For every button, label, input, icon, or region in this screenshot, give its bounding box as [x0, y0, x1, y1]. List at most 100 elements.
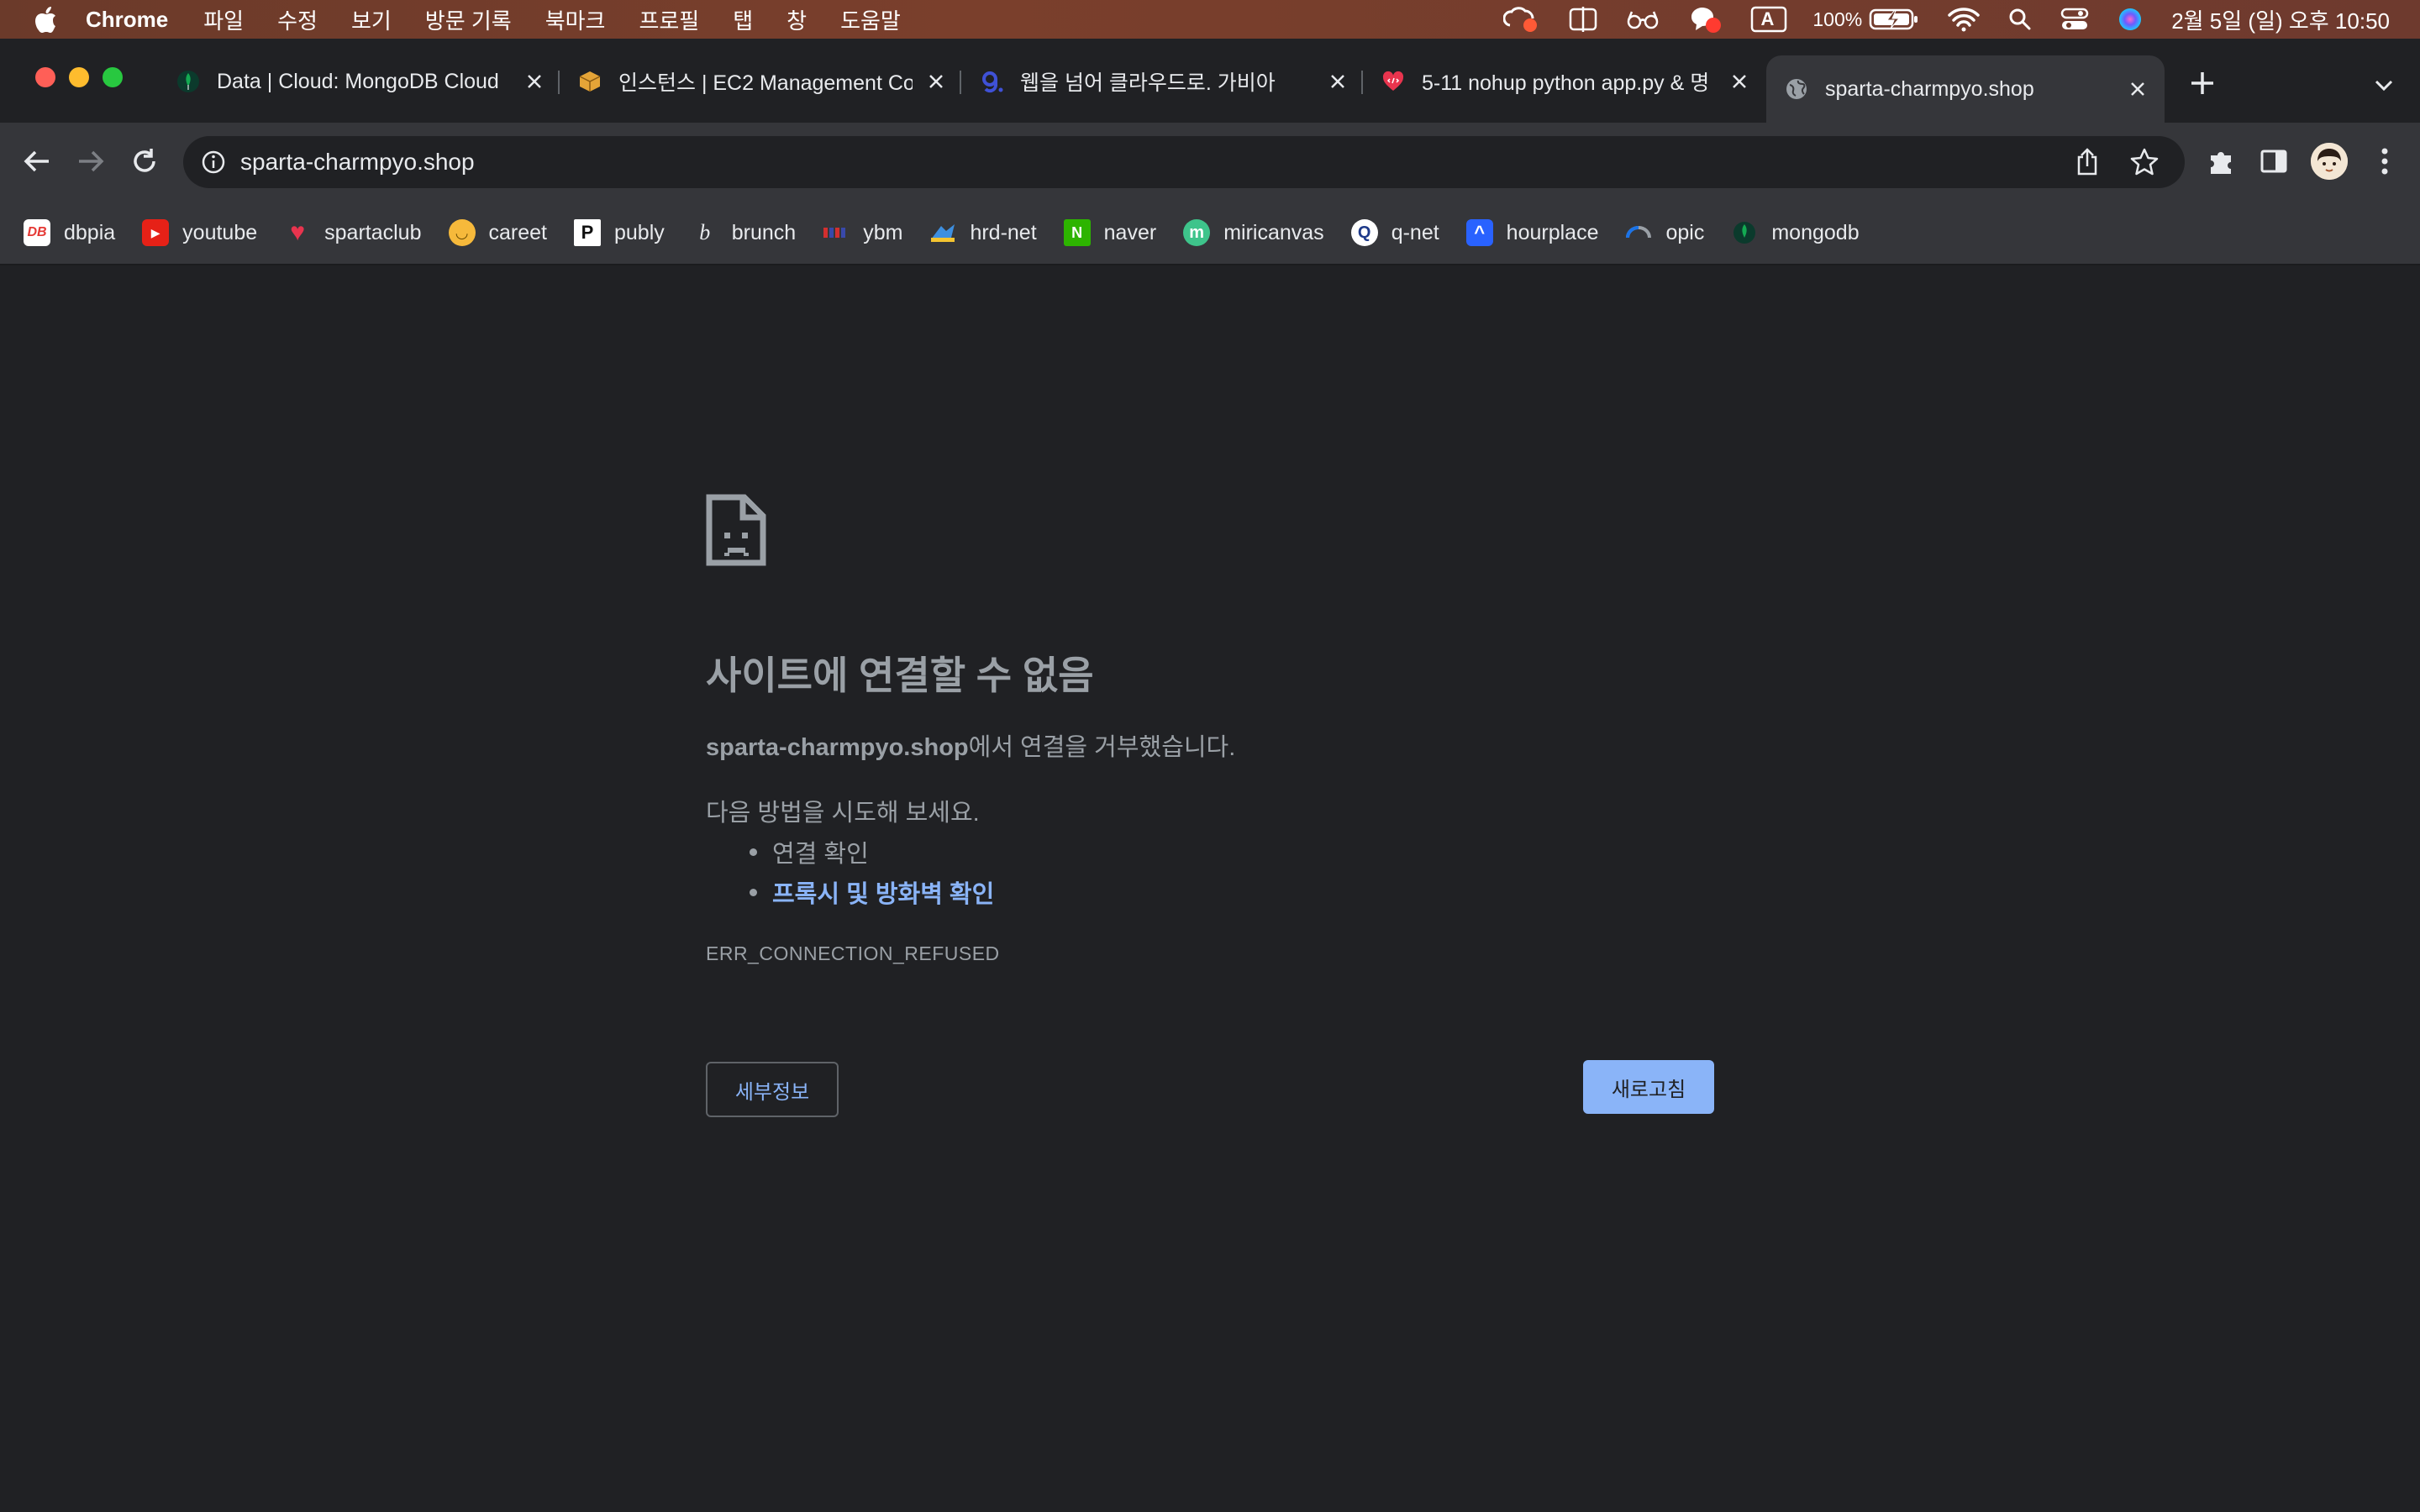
menu-help[interactable]: 도움말: [840, 4, 901, 35]
bookmark-label: youtube: [182, 220, 258, 244]
new-tab-button[interactable]: [2188, 69, 2217, 97]
bookmark-publy[interactable]: P publy: [573, 219, 665, 246]
side-panel-icon[interactable]: [2257, 144, 2291, 178]
creative-cloud-icon[interactable]: [1503, 5, 1540, 34]
spartaclub-icon: [1381, 70, 1405, 93]
menu-window[interactable]: 창: [786, 4, 807, 35]
apple-icon[interactable]: [34, 6, 57, 33]
macos-menubar: Chrome 파일 수정 보기 방문 기록 북마크 프로필 탭 창 도움말 A …: [0, 0, 2420, 39]
battery-percent: 100%: [1812, 8, 1863, 30]
menu-bookmarks[interactable]: 북마크: [545, 4, 606, 35]
bookmark-spartaclub[interactable]: ♥ spartaclub: [284, 218, 422, 246]
forward-button[interactable]: [72, 143, 109, 180]
bookmark-label: naver: [1103, 220, 1157, 244]
bookmark-label: publy: [613, 220, 665, 244]
chrome-menu-icon[interactable]: [2368, 144, 2402, 178]
menu-profiles[interactable]: 프로필: [639, 4, 699, 35]
tab-title: 5-11 nohup python app.py & 명: [1422, 71, 1710, 95]
reload-page-button[interactable]: 새로고침: [1583, 1060, 1714, 1114]
tab-gabia[interactable]: 웹을 넘어 클라우드로. 가비아: [980, 55, 1349, 108]
menu-view[interactable]: 보기: [351, 4, 392, 35]
close-tab-icon[interactable]: [1326, 70, 1349, 93]
extensions-puzzle-icon[interactable]: [2205, 144, 2238, 178]
menu-history[interactable]: 방문 기록: [425, 4, 512, 35]
brunch-icon: b: [699, 220, 711, 244]
bookmark-brunch[interactable]: b brunch: [692, 219, 796, 246]
plus-icon: [2191, 72, 2213, 94]
bookmark-hrd-net[interactable]: hrd-net: [929, 219, 1037, 246]
error-host: sparta-charmpyo.shop: [706, 734, 969, 761]
input-source-icon[interactable]: A: [1750, 6, 1787, 33]
bookmark-star-icon[interactable]: [2128, 145, 2161, 179]
tab-mongodb[interactable]: Data | Cloud: MongoDB Cloud: [176, 55, 546, 108]
reader-glasses-icon[interactable]: [1626, 8, 1660, 30]
naver-icon: N: [1063, 219, 1091, 246]
minimize-window-button[interactable]: [69, 67, 89, 87]
careet-icon: ◡: [448, 219, 476, 246]
close-tab-icon[interactable]: [1728, 70, 1751, 93]
bookmark-q-net[interactable]: Q q-net: [1350, 219, 1439, 246]
suggestion-check-connection: 연결 확인: [750, 832, 994, 872]
tab-ec2[interactable]: 인스턴스 | EC2 Management Cor: [578, 55, 948, 108]
suggestions-heading: 다음 방법을 시도해 보세요.: [706, 800, 980, 827]
chat-notification-icon[interactable]: [1688, 5, 1722, 34]
close-window-button[interactable]: [35, 67, 55, 87]
bookmark-label: dbpia: [64, 220, 116, 244]
menu-tab[interactable]: 탭: [733, 4, 753, 35]
back-button[interactable]: [18, 143, 55, 180]
suggestion-check-proxy-firewall-link[interactable]: 프록시 및 방화벽 확인: [750, 872, 994, 912]
reload-icon: [134, 149, 155, 172]
bookmark-miricanvas[interactable]: m miricanvas: [1183, 219, 1324, 246]
address-bar[interactable]: sparta-charmpyo.shop: [183, 136, 2185, 188]
reload-button[interactable]: [126, 143, 163, 180]
bookmark-label: mongodb: [1771, 220, 1860, 244]
bookmark-label: careet: [488, 220, 547, 244]
bookmark-youtube[interactable]: ▶ youtube: [142, 219, 257, 246]
bookmark-mongodb[interactable]: mongodb: [1731, 219, 1860, 246]
tab-search-button[interactable]: [2371, 72, 2396, 97]
zoom-window-button[interactable]: [103, 67, 123, 87]
error-code: ERR_CONNECTION_REFUSED: [706, 942, 1000, 964]
spartaclub-icon: ♥: [290, 218, 306, 246]
battery-charging-icon[interactable]: [1869, 8, 1919, 31]
details-button[interactable]: 세부정보: [706, 1062, 839, 1117]
tab-spartaclub-notes[interactable]: 5-11 nohup python app.py & 명: [1381, 55, 1751, 108]
site-info-icon[interactable]: [200, 149, 227, 176]
profile-avatar[interactable]: [2311, 143, 2348, 180]
error-title: 사이트에 연결할 수 없음: [706, 654, 1094, 697]
publy-icon: P: [573, 219, 601, 246]
bookmark-label: hourplace: [1506, 220, 1599, 244]
q-net-icon: Q: [1350, 219, 1378, 246]
menu-edit[interactable]: 수정: [277, 4, 318, 35]
wifi-icon[interactable]: [1948, 7, 1980, 32]
tab-sparta-charmpyo-active[interactable]: sparta-charmpyo.shop: [1766, 55, 2165, 123]
suggestions-list: 연결 확인 프록시 및 방화벽 확인: [750, 832, 994, 912]
error-message: sparta-charmpyo.shop에서 연결을 거부했습니다.: [706, 727, 1235, 763]
bookmark-hourplace[interactable]: ^ hourplace: [1465, 219, 1599, 246]
menubar-clock[interactable]: 2월 5일 (일) 오후 10:50: [2171, 4, 2390, 35]
close-tab-icon[interactable]: [523, 70, 546, 93]
close-tab-icon[interactable]: [2126, 77, 2149, 101]
share-icon[interactable]: [2070, 145, 2104, 179]
bookmark-opic[interactable]: opic: [1625, 219, 1704, 246]
bookmark-ybm[interactable]: ybm: [823, 219, 902, 246]
tab-strip: Data | Cloud: MongoDB Cloud 인스턴스 | EC2 M…: [0, 39, 2420, 123]
tab-title: sparta-charmpyo.shop: [1825, 76, 2034, 101]
close-tab-icon[interactable]: [924, 70, 948, 93]
split-view-icon[interactable]: [1569, 7, 1597, 32]
url-text[interactable]: sparta-charmpyo.shop: [240, 149, 475, 176]
bookmark-careet[interactable]: ◡ careet: [448, 219, 547, 246]
status-area: A 100% 2월 5일 (일) 오후 10:50: [1475, 0, 2390, 39]
control-center-icon[interactable]: [2060, 7, 2089, 32]
bookmark-naver[interactable]: N naver: [1063, 219, 1157, 246]
error-message-suffix: 에서 연결을 거부했습니다.: [968, 734, 1236, 761]
bookmark-label: spartaclub: [324, 220, 422, 244]
menu-app-chrome[interactable]: Chrome: [86, 7, 168, 33]
bookmark-dbpia[interactable]: DB dbpia: [24, 219, 115, 246]
input-source-label: A: [1760, 8, 1775, 29]
hourplace-icon: ^: [1465, 219, 1493, 246]
siri-icon[interactable]: [2118, 7, 2143, 32]
menu-file[interactable]: 파일: [203, 4, 244, 35]
miricanvas-icon: m: [1183, 219, 1211, 246]
spotlight-search-icon[interactable]: [2008, 8, 2032, 31]
